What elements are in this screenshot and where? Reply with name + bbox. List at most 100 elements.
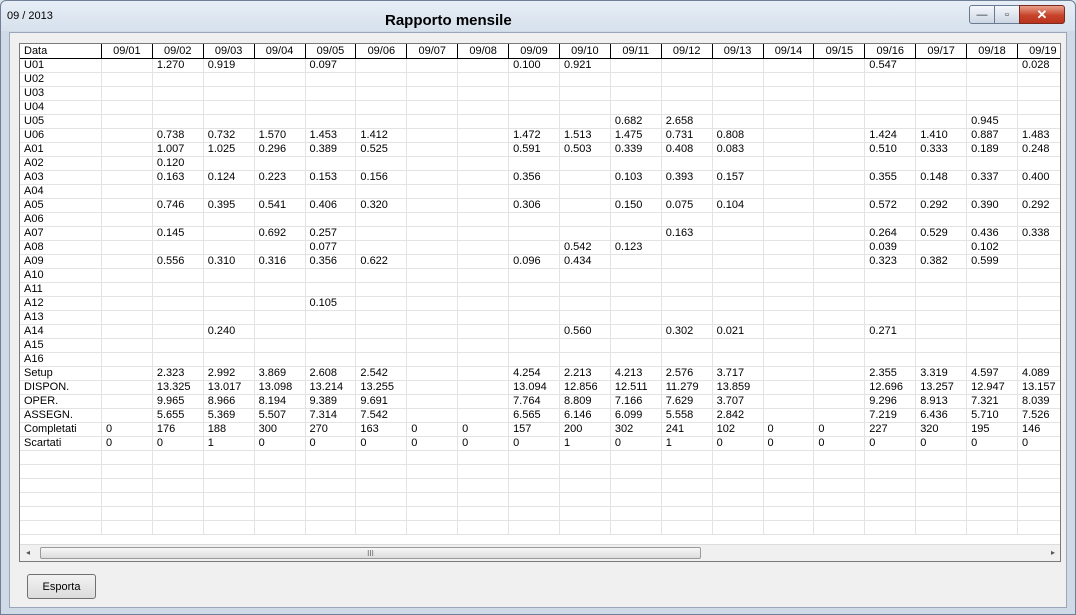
table-row[interactable] <box>20 506 1060 521</box>
table-row[interactable]: A11 <box>20 282 1060 297</box>
table-row[interactable]: A13 <box>20 310 1060 325</box>
row-label: Setup <box>20 366 102 381</box>
column-header-day[interactable]: 09/15 <box>813 44 866 59</box>
table-cell <box>355 100 408 115</box>
table-row[interactable]: A02 0.120 <box>20 156 1060 171</box>
table-row[interactable]: A120.1050 <box>20 296 1060 311</box>
table-row[interactable]: U06 0.738 0.732 1.570 1.453 1.412 1.472 1.513 1.… <box>20 128 1060 143</box>
minimize-button[interactable]: — <box>969 5 995 24</box>
horizontal-scrollbar[interactable]: ◂ III ▸ <box>20 544 1060 561</box>
table-cell <box>305 520 357 535</box>
table-row[interactable]: A15 <box>20 338 1060 353</box>
column-header-day[interactable]: 09/11 <box>610 44 662 59</box>
table-row[interactable]: A08 0.077 0.542 0.123 0.039 0.102 <box>20 240 1060 255</box>
column-header-day[interactable]: 09/17 <box>915 44 968 59</box>
row-label: A07 <box>20 226 102 241</box>
column-header-day[interactable]: 09/14 <box>763 44 815 59</box>
close-button[interactable]: ✕ <box>1019 5 1065 24</box>
table-cell: 2.323 <box>152 366 204 381</box>
table-row[interactable]: U04 <box>20 100 1060 115</box>
export-button[interactable]: Esporta <box>27 574 96 599</box>
table-cell <box>406 464 459 479</box>
table-row[interactable]: A03 0.163 0.124 0.223 0.153 0.156 0.356 0.103 0.… <box>20 170 1060 185</box>
column-header-day[interactable]: 09/13 <box>712 44 764 59</box>
title-bar[interactable]: 09 / 2013 Rapporto mensile — ▫ ✕ <box>1 1 1075 31</box>
scroll-right-icon[interactable]: ▸ <box>1051 548 1055 557</box>
column-header-data[interactable]: Data <box>20 44 102 59</box>
table-row[interactable]: U02 <box>20 72 1060 87</box>
table-cell <box>763 380 815 395</box>
table-row[interactable] <box>20 464 1060 479</box>
column-header-day[interactable]: 09/19 <box>1017 44 1060 59</box>
table-row[interactable] <box>20 520 1060 535</box>
column-header-day[interactable]: 09/01 <box>101 44 153 59</box>
table-cell <box>915 352 968 367</box>
table-cell <box>355 268 408 283</box>
table-row[interactable] <box>20 492 1060 507</box>
table-row[interactable]: A14 0.240 0.560 0.302 0.021 0.271 <box>20 324 1060 339</box>
table-cell: 0.337 <box>966 170 1018 185</box>
table-row[interactable]: Setup 2.323 2.992 3.869 2.608 2.542 4.254 2.213… <box>20 366 1060 381</box>
table-cell <box>661 184 713 199</box>
table-row[interactable]: ASSEGN. 5.655 5.369 5.507 7.314 7.542 6.565 6.1… <box>20 408 1060 423</box>
table-cell <box>152 478 204 493</box>
table-cell: 0.436 <box>966 226 1018 241</box>
table-row[interactable]: A10 <box>20 268 1060 283</box>
column-header-day[interactable]: 09/12 <box>661 44 713 59</box>
column-header-day[interactable]: 09/03 <box>203 44 255 59</box>
table-row[interactable]: U05 0.682 2.658 0.945 <box>20 114 1060 129</box>
table-row[interactable]: U03 <box>20 86 1060 101</box>
column-header-day[interactable]: 09/16 <box>864 44 917 59</box>
table-cell <box>457 408 510 423</box>
table-cell <box>559 226 611 241</box>
table-row[interactable]: DISPON. 13.325 13.017 13.098 13.214 13.255 13.… <box>20 380 1060 395</box>
table-cell <box>864 296 917 311</box>
table-cell <box>203 268 255 283</box>
table-row[interactable]: Completati 0 176 188 300 270 163 0 0 157 200 302 241… <box>20 422 1060 437</box>
table-row[interactable]: A05 0.746 0.395 0.541 0.406 0.320 0.306 0.150 0.… <box>20 198 1060 213</box>
table-cell <box>152 506 204 521</box>
column-header-day[interactable]: 09/09 <box>508 44 560 59</box>
table-row[interactable]: A06 <box>20 212 1060 227</box>
row-label: A11 <box>20 282 102 297</box>
table-row[interactable]: U011.2700.9190.0970.1000.9210.5470.0280 <box>20 58 1060 73</box>
table-cell <box>763 478 815 493</box>
table-cell <box>1017 72 1060 87</box>
table-cell <box>610 282 662 297</box>
column-header-day[interactable]: 09/02 <box>152 44 204 59</box>
table-cell <box>559 338 611 353</box>
table-cell <box>864 282 917 297</box>
header-row: Data 09/01 09/02 09/03 09/04 09/05 09/06 09/07 0… <box>20 44 1060 59</box>
table-row[interactable]: OPER. 9.965 8.966 8.194 9.389 9.691 7.764 8.809… <box>20 394 1060 409</box>
column-header-day[interactable]: 09/10 <box>559 44 611 59</box>
column-header-day[interactable]: 09/04 <box>254 44 306 59</box>
table-row[interactable]: Scartati00100000010100000000 <box>20 436 1060 451</box>
table-row[interactable]: A16 <box>20 352 1060 367</box>
table-row[interactable] <box>20 450 1060 465</box>
column-header-day[interactable]: 09/07 <box>406 44 459 59</box>
table-cell <box>406 86 459 101</box>
table-cell <box>763 184 815 199</box>
table-row[interactable]: A07 0.145 0.692 0.257 0.163 0.264 0.529 0.436 0.… <box>20 226 1060 241</box>
table-row[interactable]: A09 0.556 0.310 0.316 0.356 0.622 0.096 0.434 0.… <box>20 254 1060 269</box>
table-cell <box>813 114 866 129</box>
scroll-left-icon[interactable]: ◂ <box>26 548 30 557</box>
table-cell <box>254 72 306 87</box>
scrollbar-thumb[interactable]: III <box>40 547 701 559</box>
table-cell <box>152 324 204 339</box>
column-header-day[interactable]: 09/08 <box>457 44 510 59</box>
table-cell <box>712 226 764 241</box>
table-row[interactable]: A04 <box>20 184 1060 199</box>
table-cell <box>406 310 459 325</box>
table-row[interactable]: A01 1.007 1.025 0.296 0.389 0.525 0.591 0.503 0.… <box>20 142 1060 157</box>
table-row[interactable] <box>20 478 1060 493</box>
table-cell: 5.507 <box>254 408 306 423</box>
column-header-day[interactable]: 09/05 <box>305 44 357 59</box>
table-cell: 163 <box>355 422 408 437</box>
column-header-day[interactable]: 09/18 <box>966 44 1018 59</box>
report-grid[interactable]: Data 09/01 09/02 09/03 09/04 09/05 09/06 09/07 0… <box>19 43 1061 562</box>
table-cell <box>305 506 357 521</box>
column-header-day[interactable]: 09/06 <box>355 44 408 59</box>
table-cell <box>610 296 662 311</box>
maximize-button[interactable]: ▫ <box>994 5 1020 24</box>
